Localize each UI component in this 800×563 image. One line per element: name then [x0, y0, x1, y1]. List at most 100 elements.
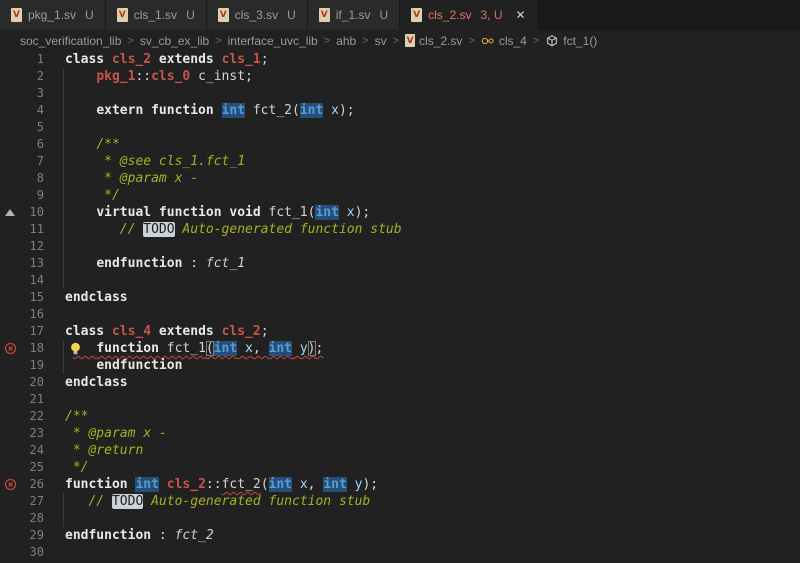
line-number: 8 [36, 171, 44, 185]
code-line[interactable]: 1 class cls_2 extends cls_1; [0, 51, 800, 68]
code-line-text[interactable]: pkg_1::cls_0 c_inst; [65, 68, 800, 85]
code-line[interactable]: 2 pkg_1::cls_0 c_inst; [0, 68, 800, 85]
code-line-text[interactable] [65, 306, 800, 323]
code-line[interactable]: 11 // TODO Auto-generated function stub [0, 221, 800, 238]
code-line-text[interactable]: * @see cls_1.fct_1 [65, 153, 800, 170]
tab-if_1.sv[interactable]: Vif_1.sv U [307, 0, 400, 30]
breadcrumb-item-interface_uvc_lib[interactable]: interface_uvc_lib [228, 34, 318, 48]
method-symbol-icon [545, 34, 559, 48]
code-line-text[interactable]: extern function int fct_2(int x); [65, 102, 800, 119]
code-line-text[interactable] [65, 391, 800, 408]
tab-label: cls_1.sv [133, 8, 178, 22]
code-editor[interactable]: 1 class cls_2 extends cls_1; 2 pkg_1::cls_… [0, 51, 800, 561]
code-line[interactable]: 27 // TODO Auto-generated function stub [0, 493, 800, 510]
gutter-icon-cell [0, 544, 20, 561]
code-line-text[interactable]: /** [65, 136, 800, 153]
code-line-text[interactable]: /** [65, 408, 800, 425]
gutter-spacer [44, 442, 65, 459]
lightbulb-icon[interactable] [69, 342, 82, 355]
code-line[interactable]: 12 [0, 238, 800, 255]
gutter-spacer [44, 374, 65, 391]
code-line-text[interactable] [65, 510, 800, 527]
breadcrumb-item-ahb[interactable]: ahb [336, 34, 356, 48]
indent-guide [63, 102, 64, 119]
code-line-text[interactable]: endclass [65, 374, 800, 391]
code-line[interactable]: 29 endfunction : fct_2 [0, 527, 800, 544]
code-line[interactable]: 19 endfunction [0, 357, 800, 374]
code-line[interactable]: 10 virtual function void fct_1(int x); [0, 204, 800, 221]
breadcrumb-item-fct_1[interactable]: fct_1() [545, 34, 597, 48]
breadcrumb-item-sv_cb_ex_lib[interactable]: sv_cb_ex_lib [140, 34, 209, 48]
breadcrumb-separator-icon: > [392, 34, 400, 47]
code-line-text[interactable] [65, 272, 800, 289]
code-line-text[interactable]: * @param x - [65, 425, 800, 442]
indent-guide [63, 221, 64, 238]
code-line-text[interactable]: // TODO Auto-generated function stub [65, 221, 800, 238]
code-line-text[interactable]: * @return [65, 442, 800, 459]
code-line-text[interactable]: endfunction : fct_2 [65, 527, 800, 544]
code-line[interactable]: 22 /** [0, 408, 800, 425]
code-line-text[interactable]: function int cls_2::fct_2(int x, int y); [65, 476, 800, 493]
code-line[interactable]: 20 endclass [0, 374, 800, 391]
code-line[interactable]: 8 * @param x - [0, 170, 800, 187]
code-line-text[interactable]: */ [65, 459, 800, 476]
line-number: 5 [36, 120, 44, 134]
code-line-text[interactable] [65, 544, 800, 561]
code-line-text[interactable]: virtual function void fct_1(int x); [65, 204, 800, 221]
code-line[interactable]: 25 */ [0, 459, 800, 476]
code-line[interactable]: 18 function fct_1(int x, int y); [0, 340, 800, 357]
breadcrumb-item-cls_2sv[interactable]: Vcls_2.sv [405, 34, 462, 48]
code-line[interactable]: 28 [0, 510, 800, 527]
file-symbol-icon: V [405, 34, 416, 47]
code-line[interactable]: 9 */ [0, 187, 800, 204]
code-line[interactable]: 24 * @return [0, 442, 800, 459]
tab-cls_1.sv[interactable]: Vcls_1.sv U [105, 0, 206, 30]
gutter-icon-cell [0, 187, 20, 204]
code-line[interactable]: 23 * @param x - [0, 425, 800, 442]
code-line-text[interactable]: endfunction [65, 357, 800, 374]
close-icon[interactable]: ✕ [516, 9, 526, 21]
gutter-icon-cell [0, 221, 20, 238]
code-line[interactable]: 26 function int cls_2::fct_2(int x, int y… [0, 476, 800, 493]
code-line-text[interactable] [65, 119, 800, 136]
code-line-text[interactable]: // TODO Auto-generated function stub [65, 493, 800, 510]
code-line[interactable]: 6 /** [0, 136, 800, 153]
tab-cls_3.sv[interactable]: Vcls_3.sv U [206, 0, 307, 30]
gutter-spacer [44, 527, 65, 544]
breadcrumb-item-soc_verification_lib[interactable]: soc_verification_lib [20, 34, 121, 48]
code-line[interactable]: 4 extern function int fct_2(int x); [0, 102, 800, 119]
gutter-spacer [44, 204, 65, 221]
line-number: 6 [36, 137, 44, 151]
code-line[interactable]: 21 [0, 391, 800, 408]
code-line[interactable]: 7 * @see cls_1.fct_1 [0, 153, 800, 170]
sv-file-icon: V [116, 8, 128, 22]
breadcrumb-item-sv[interactable]: sv [375, 34, 387, 48]
gutter-spacer [44, 85, 65, 102]
code-line[interactable]: 14 [0, 272, 800, 289]
code-line-text[interactable]: * @param x - [65, 170, 800, 187]
code-line-text[interactable]: class cls_2 extends cls_1; [65, 51, 800, 68]
code-line-text[interactable]: function fct_1(int x, int y); [65, 340, 800, 357]
code-line[interactable]: 16 [0, 306, 800, 323]
code-line[interactable]: 17 class cls_4 extends cls_2; [0, 323, 800, 340]
code-line[interactable]: 13 endfunction : fct_1 [0, 255, 800, 272]
code-line[interactable]: 30 [0, 544, 800, 561]
line-number: 7 [36, 154, 44, 168]
gutter-spacer [44, 238, 65, 255]
code-line[interactable]: 5 [0, 119, 800, 136]
breadcrumb-item-cls_4[interactable]: cls_4 [481, 34, 527, 48]
gutter-icon-cell [0, 102, 20, 119]
sv-file-icon: V [318, 8, 330, 22]
code-line-text[interactable] [65, 238, 800, 255]
code-line-text[interactable]: endfunction : fct_1 [65, 255, 800, 272]
tab-pkg_1.sv[interactable]: Vpkg_1.sv U [0, 0, 105, 30]
code-line-text[interactable]: */ [65, 187, 800, 204]
indent-guide [63, 153, 64, 170]
tab-cls_2.sv[interactable]: Vcls_2.sv 3, U ✕ [400, 0, 537, 30]
code-line[interactable]: 15 endclass [0, 289, 800, 306]
indent-guide [63, 272, 64, 289]
code-line-text[interactable]: endclass [65, 289, 800, 306]
code-line-text[interactable]: class cls_4 extends cls_2; [65, 323, 800, 340]
code-line-text[interactable] [65, 85, 800, 102]
code-line[interactable]: 3 [0, 85, 800, 102]
